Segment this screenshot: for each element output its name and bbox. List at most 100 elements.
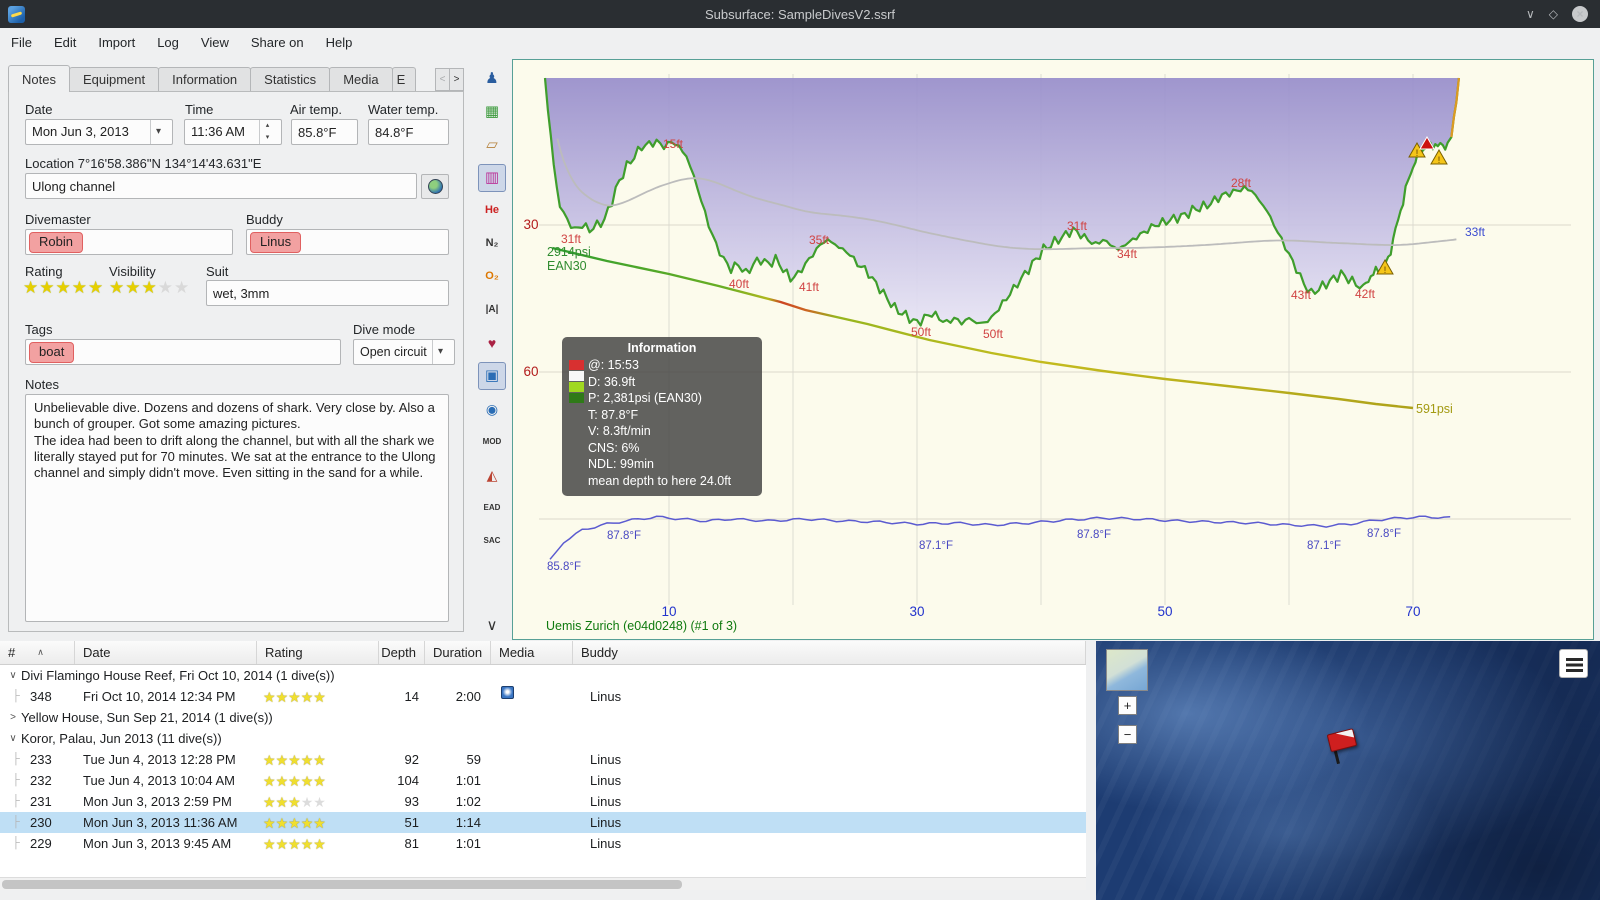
dive-flag-marker[interactable] [1326,728,1361,765]
suit-field[interactable] [206,280,449,306]
star-icon[interactable]: ★ [88,279,103,297]
star-icon[interactable]: ★ [125,279,140,297]
star-icon[interactable]: ★ [23,279,38,297]
visibility-stars[interactable]: ★ ★ ★ ★ ★ [109,279,190,297]
dive-mode-select[interactable]: Open circuit ▾ [353,339,455,365]
column-header-buddy[interactable]: Buddy [573,641,1086,664]
dive-profile-chart[interactable]: 31ft 15ft 40ft 41ft 35ft 50ft 50ft 31ft 34ft 28ft… [512,59,1594,640]
tab-scroll-right-button[interactable]: > [449,68,464,91]
star-icon[interactable]: ★ [158,279,173,297]
sac-button[interactable]: SAC [478,527,506,555]
column-header-media[interactable]: Media [491,641,573,664]
buddy-field[interactable]: Linus [246,229,449,255]
map-menu-button[interactable] [1559,649,1588,678]
dive-row[interactable]: ├ 231 Mon Jun 3, 2013 2:59 PM ★ ★ ★ ★ ★ 93 1:02 Li… [0,791,1086,812]
collapse-arrow-icon[interactable]: ∨ [5,670,21,681]
star-icon: ★ [275,772,289,789]
tab-media[interactable]: Media [329,67,393,92]
column-header-depth[interactable]: Depth [379,641,425,664]
location-map-button[interactable] [421,174,449,199]
window-maximize-button[interactable]: ◇ [1549,6,1558,22]
ceiling-button[interactable]: |A| [478,296,506,324]
star-icon[interactable]: ★ [174,279,189,297]
notes-textarea[interactable]: Unbelievable dive. Dozens and dozens of … [25,394,449,622]
window-title: Subsurface: SampleDivesV2.ssrf [704,6,896,22]
column-header-date[interactable]: Date [75,641,257,664]
mod-button[interactable]: MOD [478,428,506,456]
photos-button[interactable]: ▣ [478,361,506,390]
divemaster-field[interactable]: Robin [25,229,233,255]
tab-e[interactable]: E [391,67,416,92]
toolbar-collapse-button[interactable]: ∨ [478,616,506,634]
rating-stars[interactable]: ★ ★ ★ ★ ★ [23,279,104,297]
star-icon[interactable]: ★ [56,279,71,297]
density-button[interactable]: ◭ [478,461,506,489]
heartrate-button[interactable]: ♥ [478,329,506,357]
trip-row[interactable]: ∨ Divi Flamingo House Reef, Fri Oct 10, 2… [0,665,1086,686]
menu-log[interactable]: Log [146,28,190,57]
menu-import[interactable]: Import [87,28,146,57]
divemaster-chip[interactable]: Robin [29,231,83,253]
svg-text:10: 10 [661,604,676,619]
tab-equipment[interactable]: Equipment [68,67,160,92]
expand-arrow-icon[interactable]: > [5,712,21,723]
map-overview-thumbnail[interactable] [1106,649,1148,691]
helium-graph-button[interactable]: He [478,197,506,225]
ead-button[interactable]: EAD [478,494,506,522]
water-temp-field[interactable] [368,119,449,145]
star-icon[interactable]: ★ [109,279,124,297]
spinner-arrows-icon[interactable]: ▴ ▾ [259,120,275,144]
trip-label: Koror, Palau, Jun 2013 (11 dive(s)) [21,731,222,746]
dive-computer-button[interactable]: ◉ [478,395,506,423]
tab-notes[interactable]: Notes [8,65,70,92]
dive-row[interactable]: ├ 229 Mon Jun 3, 2013 9:45 AM ★ ★ ★ ★ ★ 81 1:01 Li… [0,833,1086,854]
horizontal-scrollbar[interactable] [0,877,1086,890]
date-combo[interactable]: Mon Jun 3, 2013 ▾ [25,119,173,145]
star-icon[interactable]: ★ [39,279,54,297]
map-zoom-out-button[interactable]: − [1118,725,1137,744]
menu-help[interactable]: Help [315,28,364,57]
dive-row[interactable]: ├ 232 Tue Jun 4, 2013 10:04 AM ★ ★ ★ ★ ★ 104 1:01… [0,770,1086,791]
dive-media-cell [491,791,573,812]
tissue-heatmap-button[interactable]: ▦ [478,98,506,126]
buddy-chip[interactable]: Linus [250,231,302,253]
nitrogen-graph-button[interactable]: N₂ [478,230,506,258]
menu-share-on[interactable]: Share on [240,28,315,57]
menu-view[interactable]: View [190,28,240,57]
tab-statistics[interactable]: Statistics [250,67,331,92]
window-minimize-button[interactable]: ∨ [1526,6,1535,22]
dive-buddy-cell: Linus [590,794,622,809]
window-close-button[interactable]: × [1572,6,1588,22]
ruler-button[interactable]: ▱ [478,131,506,159]
map-zoom-in-button[interactable]: + [1118,696,1137,715]
tab-information[interactable]: Information [158,67,252,92]
menu-edit[interactable]: Edit [43,28,87,57]
media-icon[interactable] [501,686,514,699]
diver-button[interactable]: ♟ [478,65,506,93]
star-icon[interactable]: ★ [72,279,87,297]
dive-site-map[interactable]: + − [1096,641,1600,900]
column-header-duration[interactable]: Duration [425,641,491,664]
time-spinner[interactable]: 11:36 AM ▴ ▾ [184,119,282,145]
tags-field[interactable]: boat [25,339,341,365]
dive-date-cell: Tue Jun 4, 2013 10:04 AM [83,773,236,788]
profile-panels-button[interactable]: ▥ [478,163,506,192]
menu-file[interactable]: File [0,28,43,57]
tag-chip[interactable]: boat [29,341,75,363]
oxygen-graph-button[interactable]: O₂ [478,263,506,291]
air-temp-field[interactable] [291,119,358,145]
trip-row[interactable]: > Yellow House, Sun Sep 21, 2014 (1 dive(… [0,707,1086,728]
dive-rating-cell: ★ ★ ★ ★ ★ [257,770,379,791]
column-header-num[interactable]: # ∧ [0,641,75,664]
column-header-rating[interactable]: Rating [257,641,379,664]
collapse-arrow-icon[interactable]: ∨ [5,733,21,744]
scrollbar-thumb[interactable] [2,880,682,889]
dive-row[interactable]: ├ 348 Fri Oct 10, 2014 12:34 PM ★ ★ ★ ★ ★ 14 2:00… [0,686,1086,707]
trip-row[interactable]: ∨ Koror, Palau, Jun 2013 (11 dive(s)) [0,728,1086,749]
location-field[interactable] [25,173,417,199]
dive-row[interactable]: ├ 230 Mon Jun 3, 2013 11:36 AM ★ ★ ★ ★ ★ 51 1:14 L… [0,812,1086,833]
info-line: CNS: 6% [588,440,640,455]
dive-row[interactable]: ├ 233 Tue Jun 4, 2013 12:28 PM ★ ★ ★ ★ ★ 92 59 Lin… [0,749,1086,770]
star-icon[interactable]: ★ [142,279,157,297]
tab-scroll-left-button[interactable]: < [435,68,450,91]
